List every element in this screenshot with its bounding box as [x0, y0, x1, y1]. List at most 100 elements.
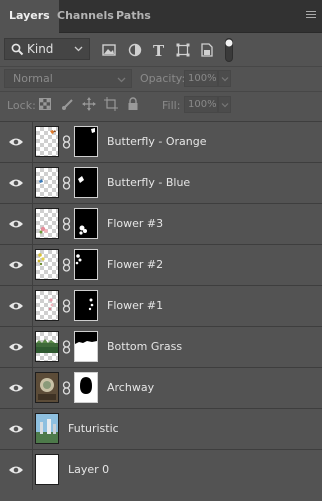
layer-row-archway[interactable]: Archway: [0, 367, 322, 408]
mask-shape: [75, 341, 97, 361]
opacity-dropdown[interactable]: [218, 70, 231, 87]
search-icon: [11, 43, 24, 56]
visibility-toggle[interactable]: [0, 368, 33, 408]
layer-thumbnail[interactable]: [35, 290, 59, 321]
fill-dropdown[interactable]: [218, 96, 231, 113]
mask-shape: [75, 254, 82, 265]
blend-mode-value: Normal: [13, 72, 53, 85]
layer-row-bottom-grass[interactable]: Bottom Grass: [0, 326, 322, 367]
type-layer-filter-icon[interactable]: T: [151, 42, 167, 58]
mask-shape: [80, 377, 92, 394]
layer-name[interactable]: Futuristic: [68, 422, 119, 435]
kind-filter-select[interactable]: Kind: [4, 38, 90, 60]
layer-filter-row: Kind T: [0, 33, 322, 66]
butterfly-thumbnail-art: [50, 130, 56, 134]
layer-mask-thumbnail[interactable]: [74, 126, 98, 157]
smart-object-filter-icon[interactable]: [199, 42, 215, 58]
chevron-down-icon: [221, 103, 229, 108]
layer-mask-thumbnail[interactable]: [74, 167, 98, 198]
lock-all-icon[interactable]: [127, 97, 139, 111]
layer-row-futuristic[interactable]: Futuristic: [0, 408, 322, 449]
fill-field[interactable]: 100%: [184, 96, 218, 113]
visibility-toggle[interactable]: [0, 409, 33, 449]
grass-thumbnail-art: [36, 339, 58, 353]
visibility-toggle[interactable]: [0, 327, 33, 367]
link-icon[interactable]: [62, 299, 71, 313]
opacity-label: Opacity:: [140, 72, 186, 85]
layer-name[interactable]: Flower #1: [107, 299, 163, 312]
link-icon[interactable]: [62, 258, 71, 272]
visibility-toggle[interactable]: [0, 163, 33, 203]
layer-name[interactable]: Flower #3: [107, 217, 163, 230]
blend-mode-select[interactable]: Normal: [4, 69, 132, 88]
adjustment-layer-filter-icon[interactable]: [127, 42, 143, 58]
layer-thumbnail[interactable]: [35, 167, 59, 198]
chevron-down-icon: [221, 77, 229, 82]
layer-mask-thumbnail[interactable]: [74, 290, 98, 321]
lock-position-icon[interactable]: [82, 97, 96, 111]
layer-mask-thumbnail[interactable]: [74, 249, 98, 280]
layer-thumbnail[interactable]: [35, 126, 59, 157]
flower-thumbnail-art: [37, 253, 45, 266]
visibility-toggle[interactable]: [0, 245, 33, 285]
layer-thumbnail[interactable]: [35, 249, 59, 280]
layer-row-flower-1[interactable]: Flower #1: [0, 285, 322, 326]
layer-thumbnail[interactable]: [35, 372, 59, 403]
visibility-toggle[interactable]: [0, 450, 33, 490]
chevron-down-icon: [74, 46, 83, 52]
eye-icon: [9, 138, 23, 146]
futuristic-thumbnail-art: [36, 414, 58, 443]
eye-icon: [9, 220, 23, 228]
mask-shape: [78, 176, 84, 183]
eye-icon: [9, 343, 23, 351]
link-icon[interactable]: [62, 135, 71, 149]
mask-shape: [91, 128, 95, 133]
layer-row-butterfly-blue[interactable]: Butterfly - Blue: [0, 162, 322, 203]
layer-thumbnail[interactable]: [35, 331, 59, 362]
layer-name[interactable]: Butterfly - Blue: [107, 176, 190, 189]
link-icon[interactable]: [62, 217, 71, 231]
lock-transparent-pixels-icon[interactable]: [39, 98, 51, 110]
layer-row-butterfly-orange[interactable]: Butterfly - Orange: [0, 121, 322, 162]
mask-shape: [88, 298, 94, 311]
eye-icon: [9, 425, 23, 433]
tab-paths[interactable]: Paths: [107, 0, 160, 32]
lock-artboard-icon[interactable]: [104, 97, 118, 111]
panel-tab-bar: Layers Channels Paths: [0, 0, 322, 33]
layer-thumbnail[interactable]: [35, 413, 59, 444]
flower-thumbnail-art: [39, 226, 48, 234]
archway-thumbnail-art: [36, 373, 58, 402]
eye-icon: [9, 466, 23, 474]
opacity-field[interactable]: 100%: [184, 70, 218, 87]
layer-thumbnail[interactable]: [35, 454, 59, 485]
layer-mask-thumbnail[interactable]: [74, 331, 98, 362]
layer-row-flower-2[interactable]: Flower #2: [0, 244, 322, 285]
visibility-toggle[interactable]: [0, 286, 33, 326]
eye-icon: [9, 384, 23, 392]
layer-row-flower-3[interactable]: Flower #3: [0, 203, 322, 244]
filter-toggle-switch[interactable]: [225, 38, 233, 62]
visibility-toggle[interactable]: [0, 204, 33, 244]
layer-mask-thumbnail[interactable]: [74, 208, 98, 239]
visibility-toggle[interactable]: [0, 122, 33, 162]
pixel-layer-filter-icon[interactable]: [101, 42, 117, 58]
link-icon[interactable]: [62, 176, 71, 190]
layer-name[interactable]: Butterfly - Orange: [107, 135, 206, 148]
link-icon[interactable]: [62, 381, 71, 395]
layer-name[interactable]: Archway: [107, 381, 154, 394]
eye-icon: [9, 261, 23, 269]
lock-image-pixels-icon[interactable]: [61, 97, 75, 111]
chevron-down-icon: [117, 77, 126, 83]
shape-layer-filter-icon[interactable]: [175, 42, 191, 58]
panel-menu-icon[interactable]: [306, 11, 316, 20]
layer-name[interactable]: Bottom Grass: [107, 340, 182, 353]
layer-thumbnail[interactable]: [35, 208, 59, 239]
butterfly-thumbnail-art: [39, 179, 43, 183]
link-icon[interactable]: [62, 340, 71, 354]
layer-name[interactable]: Flower #2: [107, 258, 163, 271]
layer-row-layer-0[interactable]: Layer 0: [0, 449, 322, 490]
layers-list: Butterfly - Orange Butterfly - Blue Flow…: [0, 121, 322, 501]
layer-name[interactable]: Layer 0: [68, 463, 109, 476]
fill-label: Fill:: [162, 99, 181, 112]
layer-mask-thumbnail[interactable]: [74, 372, 98, 403]
